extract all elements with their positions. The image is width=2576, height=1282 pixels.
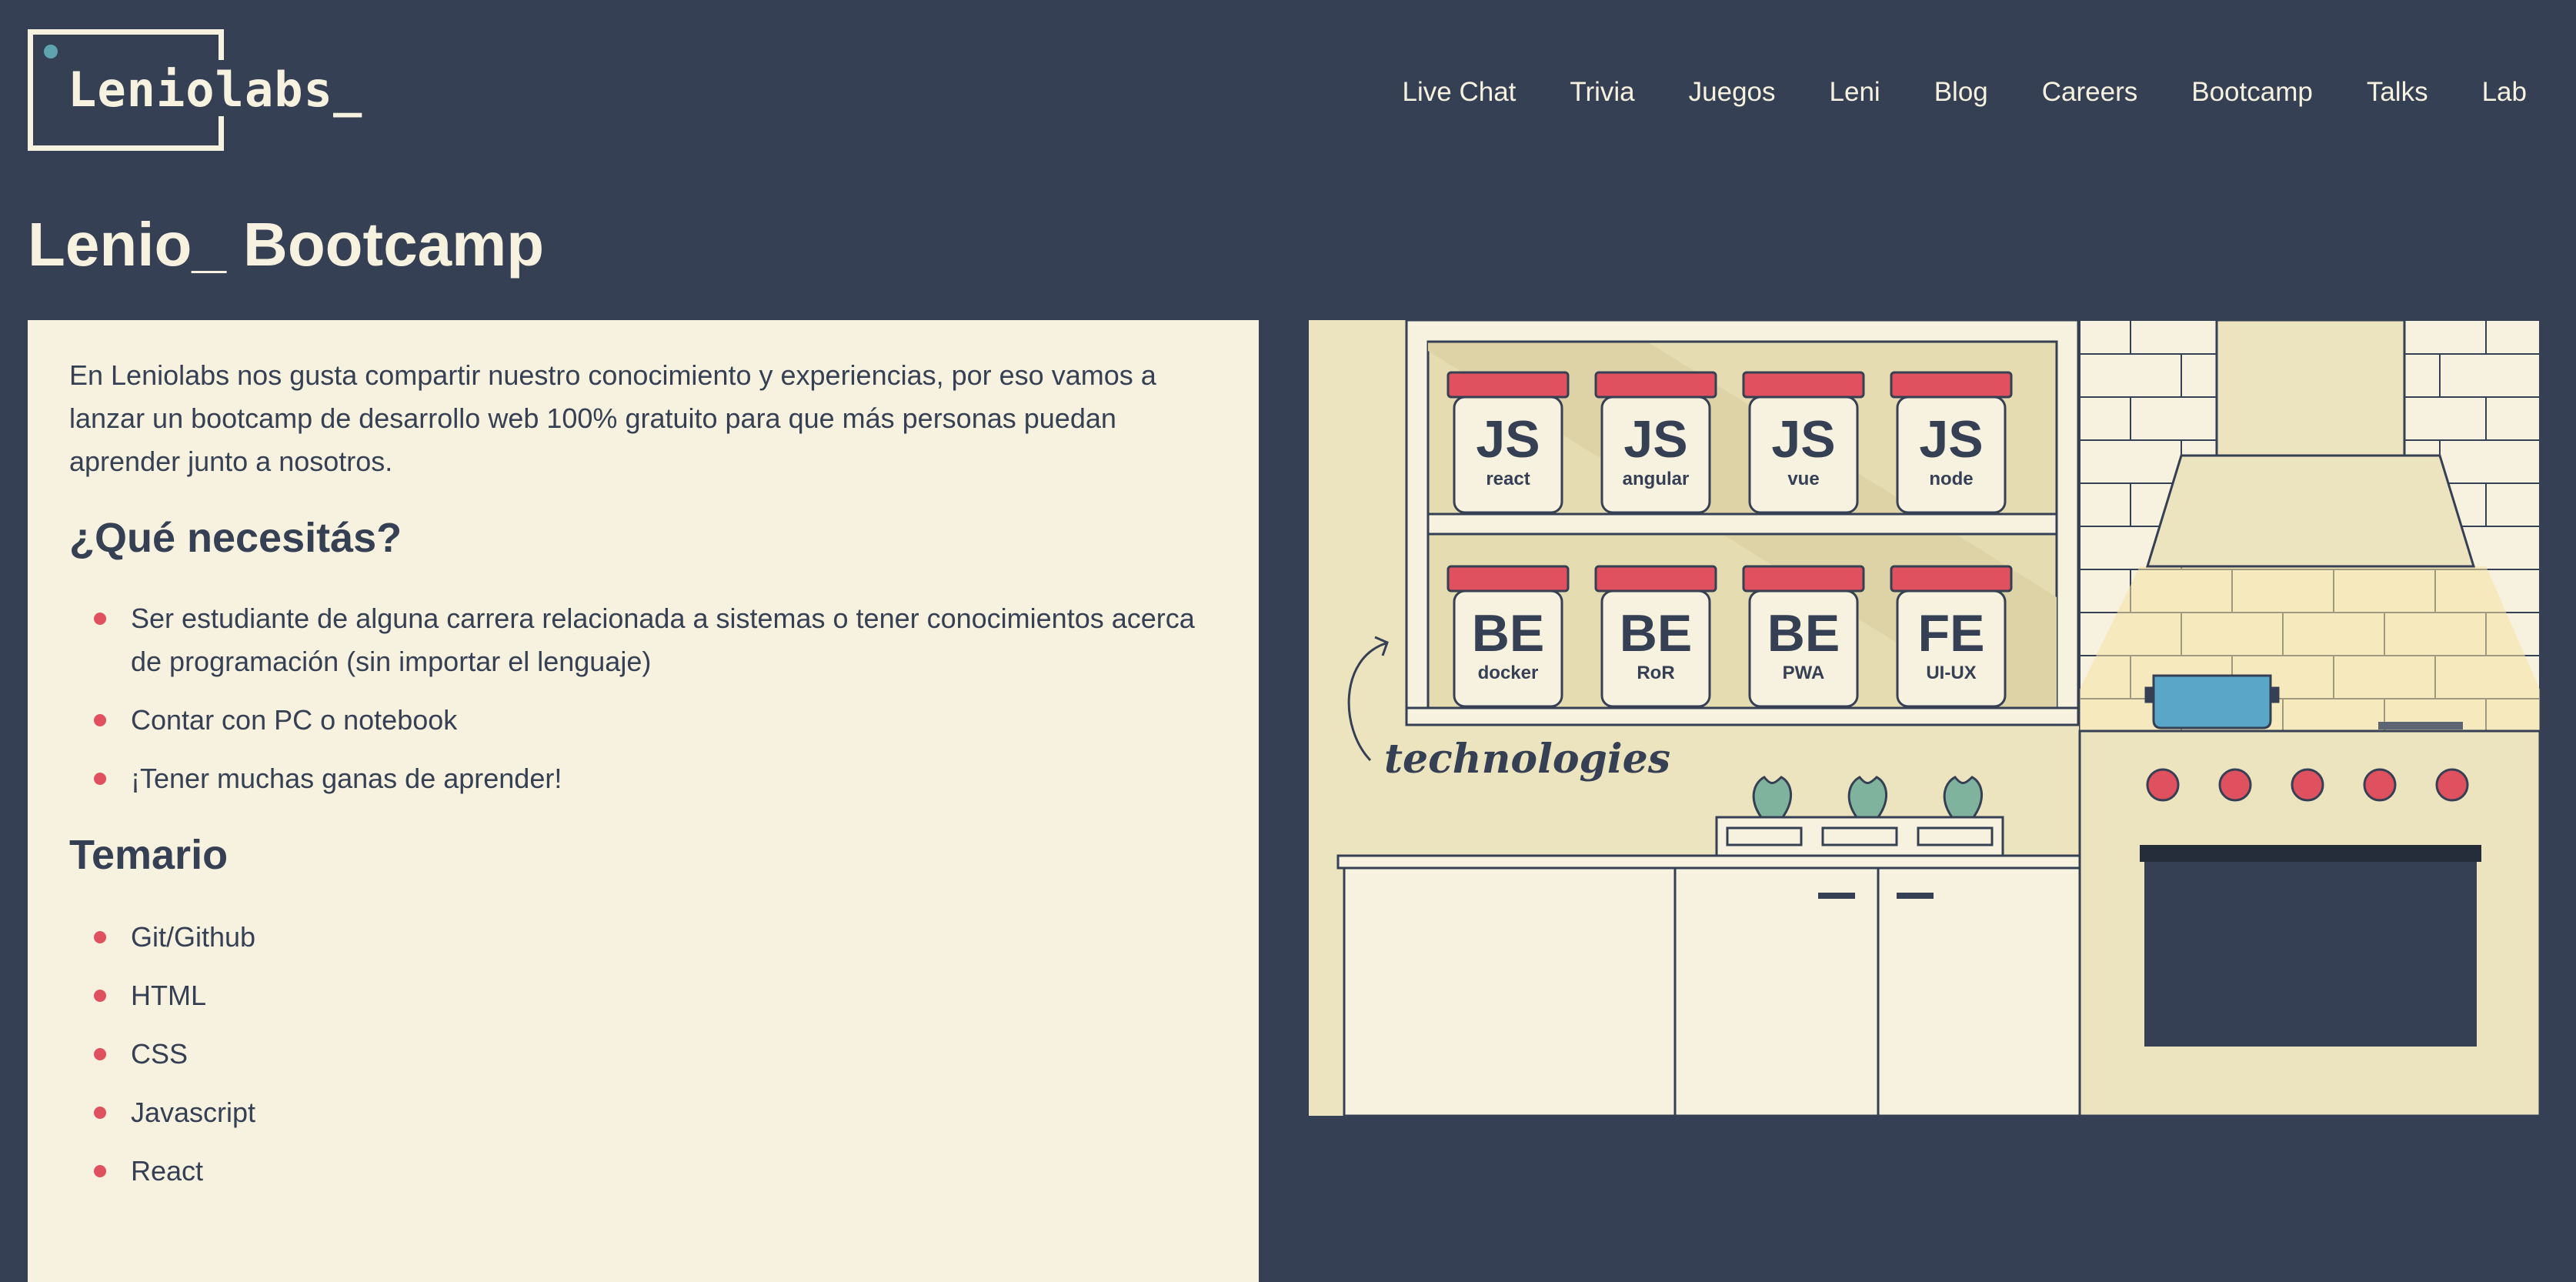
stove-knob [2146, 768, 2180, 802]
list-item: ¡Tener muchas ganas de aprender! [69, 757, 1208, 800]
drawer-handle [1818, 893, 1855, 899]
logo-frame-right-top [219, 29, 224, 60]
list-item-text: Javascript [131, 1097, 256, 1128]
logo-frame-right-bottom [219, 116, 224, 151]
plant-icon [1847, 776, 1888, 819]
jar-js-node: JS node [1890, 371, 2013, 514]
jar-small-label: RoR [1637, 663, 1674, 683]
stove-burner [2378, 722, 2463, 729]
jar-be-docker: BE docker [1446, 565, 1570, 708]
logo-text[interactable]: Leniolabs_ [68, 62, 362, 118]
plant-icon [1752, 776, 1793, 819]
oven-window [2144, 862, 2477, 1047]
bullet-dot [94, 1048, 106, 1060]
nav-talks[interactable]: Talks [2367, 77, 2428, 108]
oven-handle-bar [2140, 845, 2481, 862]
list-item: Contar con PC o notebook [69, 699, 1208, 742]
main-nav: Live Chat Trivia Juegos Leni Blog Career… [1349, 77, 2527, 108]
jar-big-label: JS [1771, 410, 1835, 469]
jar-js-angular: JS angular [1594, 371, 1717, 514]
bullet-dot [94, 613, 106, 625]
bullet-dot [94, 1107, 106, 1119]
kitchen-illustration: JS react JS angular JS vue JS node BE do [1309, 320, 2540, 1116]
stove-knob [2435, 768, 2469, 802]
jar-big-label: BE [1620, 604, 1692, 663]
jar-small-label: react [1486, 469, 1530, 489]
list-item: Git/Github [69, 916, 1217, 959]
nav-live-chat[interactable]: Live Chat [1403, 77, 1517, 108]
list-item-text: HTML [131, 980, 206, 1011]
jar-big-label: JS [1919, 410, 1983, 469]
jar-big-label: FE [1918, 604, 1985, 663]
jar-big-label: JS [1623, 410, 1687, 469]
jar-small-label: angular [1623, 469, 1690, 489]
jar-small-label: vue [1787, 469, 1819, 489]
technologies-caption: technologies [1384, 736, 1670, 783]
nav-juegos[interactable]: Juegos [1689, 77, 1776, 108]
plant-box [1715, 776, 2004, 857]
jar-js-vue: JS vue [1742, 371, 1865, 514]
list-item-text: React [131, 1155, 204, 1187]
bullet-dot [94, 990, 106, 1002]
nav-lab[interactable]: Lab [2482, 77, 2527, 108]
bullet-dot [94, 931, 106, 943]
list-item-text: ¡Tener muchas ganas de aprender! [131, 763, 562, 794]
need-list: Ser estudiante de alguna carrera relacio… [69, 597, 1217, 800]
jar-big-label: BE [1767, 604, 1840, 663]
jar-be-ror: BE RoR [1594, 565, 1717, 708]
jar-big-label: JS [1476, 410, 1540, 469]
stove [2078, 722, 2540, 1116]
bullet-dot [94, 1165, 106, 1177]
list-item-text: Ser estudiante de alguna carrera relacio… [131, 603, 1195, 677]
jar-fe-ui-ux: FE UI-UX [1890, 565, 2013, 708]
list-item-text: Git/Github [131, 921, 256, 953]
nav-careers[interactable]: Careers [2042, 77, 2137, 108]
kitchen-counter [1336, 854, 2081, 1116]
nav-leni[interactable]: Leni [1830, 77, 1880, 108]
logo-dot [44, 45, 58, 58]
jar-be-pwa: BE PWA [1742, 565, 1865, 708]
intro-paragraph: En Leniolabs nos gusta compartir nuestro… [69, 359, 1156, 477]
list-item-text: Contar con PC o notebook [131, 704, 458, 736]
list-item: Javascript [69, 1091, 1217, 1134]
plant-icon [1943, 776, 1984, 819]
list-item-text: CSS [131, 1038, 189, 1070]
page-title: Lenio_ Bootcamp [28, 210, 545, 279]
temario-list: Git/Github HTML CSS Javascript React [69, 916, 1217, 1193]
stove-knob [2218, 768, 2252, 802]
jar-small-label: docker [1478, 663, 1539, 683]
bullet-dot [94, 773, 106, 785]
drawer-handle [1897, 893, 1934, 899]
list-item: Ser estudiante de alguna carrera relacio… [69, 597, 1208, 683]
list-item: CSS [69, 1033, 1217, 1076]
nav-trivia[interactable]: Trivia [1570, 77, 1634, 108]
nav-blog[interactable]: Blog [1934, 77, 1988, 108]
stove-knob [2363, 768, 2397, 802]
stove-knob [2291, 768, 2324, 802]
content-card: En Leniolabs nos gusta compartir nuestro… [28, 320, 1259, 1282]
jar-small-label: PWA [1783, 663, 1825, 683]
pot-icon [2144, 674, 2280, 729]
nav-bootcamp[interactable]: Bootcamp [2191, 77, 2313, 108]
list-item: HTML [69, 974, 1217, 1017]
need-heading: ¿Qué necesitás? [69, 515, 402, 561]
jar-big-label: BE [1472, 604, 1544, 663]
list-item: React [69, 1150, 1217, 1193]
jar-small-label: node [1929, 469, 1973, 489]
jar-js-react: JS react [1446, 371, 1570, 514]
temario-heading: Temario [69, 832, 229, 878]
bullet-dot [94, 714, 106, 726]
jar-small-label: UI-UX [1926, 663, 1976, 683]
